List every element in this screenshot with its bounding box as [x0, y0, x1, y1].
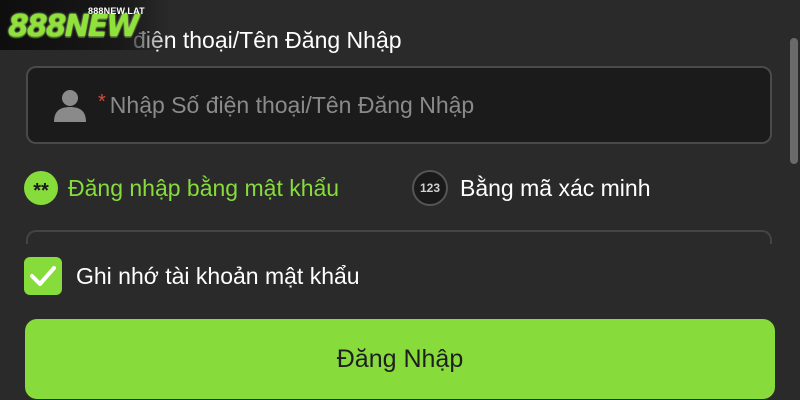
login-method-selector: ** Đăng nhập bằng mật khẩu 123 Bằng mã x… — [24, 170, 724, 206]
remember-checkbox[interactable] — [24, 257, 62, 295]
password-login-label: Đăng nhập bằng mật khẩu — [68, 174, 340, 201]
brand-logo: 888NEW 888NEW.LAT — [0, 0, 170, 50]
password-asterisks-icon: ** — [24, 171, 58, 205]
logo-url-text: 888NEW.LAT — [88, 6, 145, 16]
required-asterisk: * — [98, 90, 106, 113]
username-input-box[interactable]: * — [26, 66, 772, 144]
password-input-box[interactable] — [26, 230, 772, 244]
username-field-label: điện thoại/Tên Đăng Nhập — [133, 27, 402, 53]
password-login-option[interactable]: ** Đăng nhập bằng mật khẩu — [24, 170, 339, 206]
remember-label: Ghi nhớ tài khoản mật khẩu — [76, 262, 360, 289]
verification-code-label: Bằng mã xác minh — [460, 174, 651, 201]
login-button[interactable]: Đăng Nhập — [25, 319, 775, 399]
scrollbar-thumb[interactable] — [790, 38, 798, 164]
checkmark-icon — [30, 266, 56, 286]
username-input[interactable] — [105, 85, 770, 125]
remember-account-toggle[interactable]: Ghi nhớ tài khoản mật khẩu — [24, 256, 360, 296]
number-123-icon: 123 — [412, 170, 448, 206]
scrollbar[interactable] — [790, 38, 798, 188]
verification-code-option[interactable]: 123 Bằng mã xác minh — [412, 170, 650, 206]
user-icon — [54, 90, 86, 122]
